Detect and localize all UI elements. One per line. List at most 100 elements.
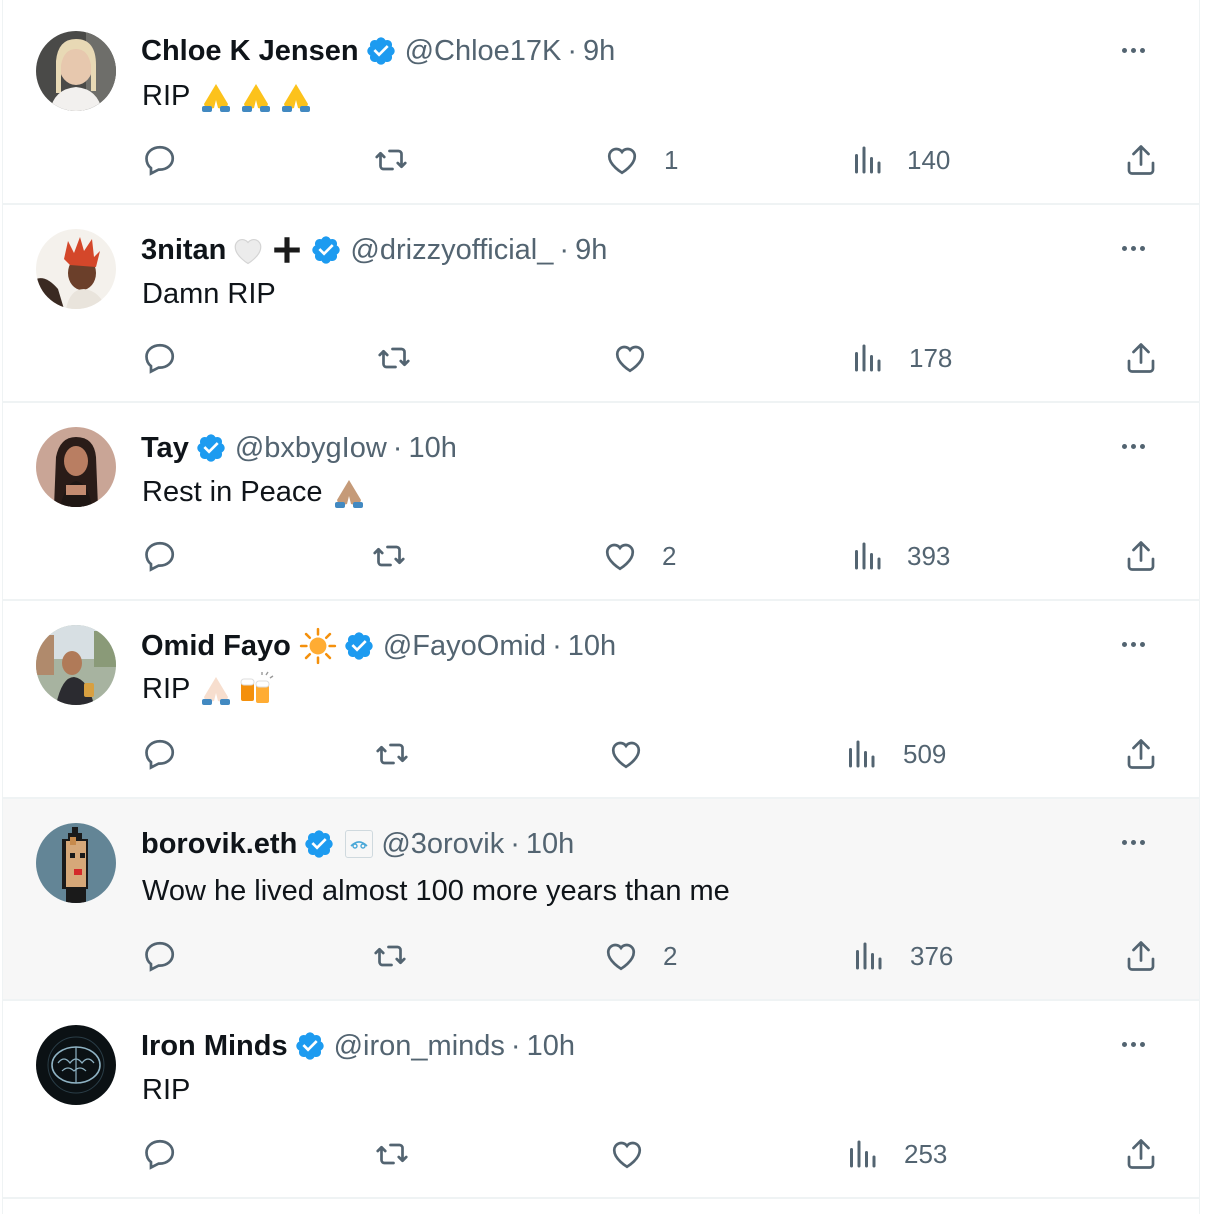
reply-icon xyxy=(145,941,175,972)
display-name[interactable]: Tay xyxy=(141,432,189,465)
view-count: 393 xyxy=(907,540,951,571)
white-heart-icon xyxy=(230,232,266,268)
views-button[interactable]: 393 xyxy=(849,534,950,578)
like-count: 2 xyxy=(662,540,677,571)
avatar[interactable] xyxy=(36,625,116,705)
beer-mugs-icon xyxy=(240,671,274,703)
handle[interactable]: @Chloe17K xyxy=(405,35,562,68)
reply-button[interactable] xyxy=(142,732,178,776)
tweet-text: RIP xyxy=(142,672,191,705)
share-button[interactable] xyxy=(1123,934,1159,978)
share-icon xyxy=(1127,343,1155,373)
heart-icon xyxy=(607,147,637,175)
heart-icon xyxy=(611,741,641,769)
avatar[interactable] xyxy=(36,823,116,903)
verified-badge-icon[interactable] xyxy=(343,630,375,662)
display-name[interactable]: Chloe K Jensen xyxy=(141,35,359,68)
tweet-omid[interactable]: Omid Fayo @FayoOmid · 10h RIP 509 xyxy=(3,601,1199,799)
separator-dot: · xyxy=(552,629,562,662)
more-options-icon[interactable] xyxy=(1115,32,1151,68)
like-button[interactable] xyxy=(612,336,648,380)
reply-button[interactable] xyxy=(142,336,178,380)
handle[interactable]: @iron_minds xyxy=(334,1030,505,1063)
share-icon xyxy=(1127,1139,1155,1169)
verified-badge-icon[interactable] xyxy=(195,432,227,464)
share-button[interactable] xyxy=(1123,138,1159,182)
retweet-button[interactable] xyxy=(374,1132,410,1176)
verified-badge-icon[interactable] xyxy=(294,1030,326,1062)
reply-feed: Chloe K Jensen @Chloe17K · 9h RIP 1 140 … xyxy=(2,0,1200,1214)
separator-dot: · xyxy=(510,1029,521,1062)
handle[interactable]: @3orovik xyxy=(381,828,504,861)
view-count: 178 xyxy=(909,342,953,373)
tweet-tay[interactable]: Tay @bxbygIow · 10h Rest in Peace 2 393 xyxy=(3,403,1199,601)
display-name[interactable]: 3nitan xyxy=(141,234,226,267)
handle[interactable]: @FayoOmid xyxy=(383,630,546,663)
share-button[interactable] xyxy=(1123,336,1159,380)
like-button[interactable] xyxy=(609,1132,645,1176)
display-name[interactable]: Omid Fayo xyxy=(141,630,291,663)
like-button[interactable]: 2 xyxy=(603,934,677,978)
timestamp[interactable]: 9h xyxy=(575,234,607,267)
like-button[interactable]: 1 xyxy=(604,138,678,182)
retweet-button[interactable] xyxy=(376,336,412,380)
reply-button[interactable] xyxy=(142,1132,178,1176)
tweet-3nitan[interactable]: 3nitan @drizzyofficial_ · 9h Damn RIP 17… xyxy=(3,205,1199,403)
views-button[interactable]: 509 xyxy=(843,732,946,776)
separator-dot: · xyxy=(559,233,570,266)
share-button[interactable] xyxy=(1123,732,1159,776)
tweet-iron-minds[interactable]: Iron Minds @iron_minds · 10h RIP 253 xyxy=(3,1001,1199,1199)
views-button[interactable]: 140 xyxy=(849,138,950,182)
views-button[interactable]: 376 xyxy=(850,934,953,978)
avatar[interactable] xyxy=(36,1025,116,1105)
display-name[interactable]: borovik.eth xyxy=(141,828,297,861)
share-button[interactable] xyxy=(1123,534,1159,578)
tweet-chloe[interactable]: Chloe K Jensen @Chloe17K · 9h RIP 1 140 xyxy=(3,0,1199,205)
affiliation-badge-icon[interactable] xyxy=(345,830,374,858)
tweet-borovik[interactable]: borovik.eth @3orovik · 10h Wow he lived … xyxy=(3,799,1199,1001)
views-button[interactable]: 178 xyxy=(849,336,952,380)
reply-button[interactable] xyxy=(142,138,178,182)
timestamp[interactable]: 10h xyxy=(568,630,616,663)
like-button[interactable] xyxy=(608,732,644,776)
retweet-button[interactable] xyxy=(374,732,410,776)
heart-icon xyxy=(606,943,636,971)
more-options-icon[interactable] xyxy=(1115,230,1151,266)
avatar[interactable] xyxy=(36,31,116,111)
reply-button[interactable] xyxy=(142,934,178,978)
tweet-text: RIP xyxy=(142,79,191,112)
handle[interactable]: @bxbygIow xyxy=(235,432,387,465)
share-button[interactable] xyxy=(1123,1132,1159,1176)
avatar[interactable] xyxy=(36,427,116,507)
separator-dot: · xyxy=(510,827,520,860)
reply-button[interactable] xyxy=(142,534,178,578)
more-options-icon[interactable] xyxy=(1115,626,1151,662)
timestamp[interactable]: 10h xyxy=(408,432,456,465)
timestamp[interactable]: 10h xyxy=(526,828,574,861)
views-chart-icon xyxy=(855,344,881,372)
retweet-button[interactable] xyxy=(372,934,408,978)
more-options-icon[interactable] xyxy=(1115,824,1151,860)
timestamp[interactable]: 10h xyxy=(527,1030,575,1063)
views-button[interactable]: 253 xyxy=(844,1132,947,1176)
avatar[interactable] xyxy=(36,229,116,309)
handle[interactable]: @drizzyofficial_ xyxy=(350,234,553,267)
plus-icon xyxy=(270,233,304,267)
reply-icon xyxy=(145,343,175,374)
retweet-button[interactable] xyxy=(373,138,409,182)
display-name[interactable]: Iron Minds xyxy=(141,1030,288,1063)
retweet-button[interactable] xyxy=(371,534,407,578)
timestamp[interactable]: 9h xyxy=(583,35,615,68)
more-options-icon[interactable] xyxy=(1115,1026,1151,1062)
verified-badge-icon[interactable] xyxy=(310,234,342,266)
views-chart-icon xyxy=(855,146,881,174)
more-options-icon[interactable] xyxy=(1115,428,1151,464)
heart-icon xyxy=(615,345,645,373)
share-icon xyxy=(1127,145,1155,175)
like-button[interactable]: 2 xyxy=(602,534,676,578)
verified-badge-icon[interactable] xyxy=(365,35,397,67)
verified-badge-icon[interactable] xyxy=(303,828,335,860)
retweet-icon xyxy=(373,545,405,567)
retweet-icon xyxy=(378,347,410,369)
views-chart-icon xyxy=(855,542,881,570)
